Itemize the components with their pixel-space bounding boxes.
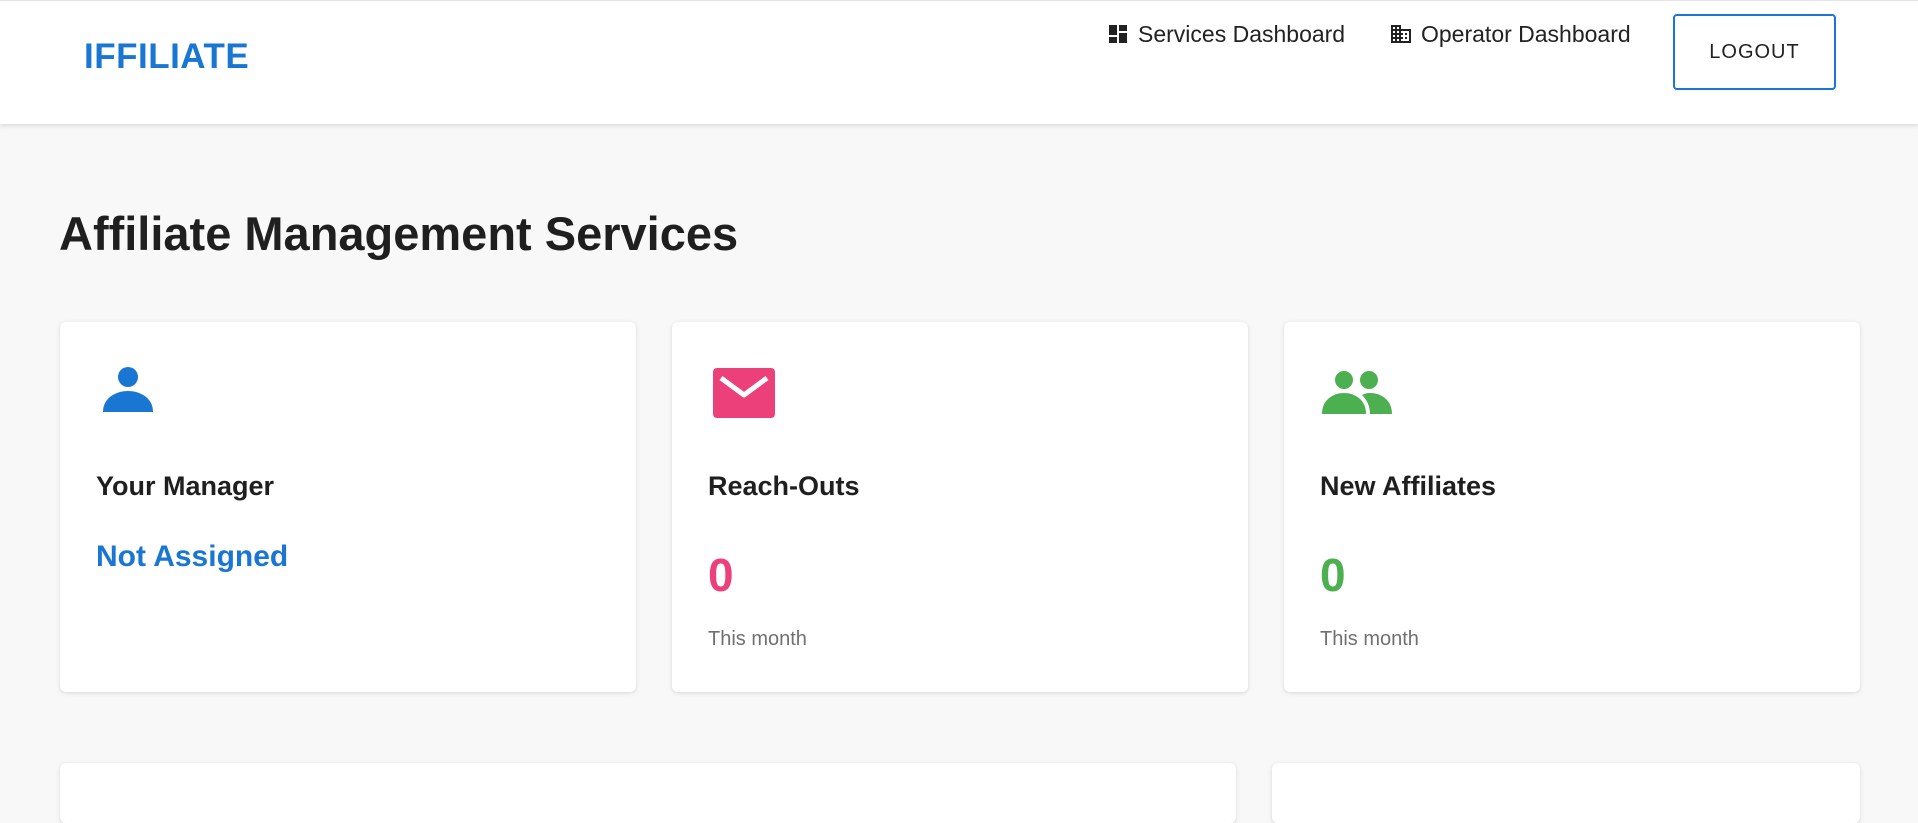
- dashboard-icon: [1109, 25, 1127, 43]
- page-title: Affiliate Management Services: [59, 207, 739, 260]
- nav-operator-dashboard[interactable]: Operator Dashboard: [1389, 19, 1631, 49]
- nav-services-dashboard[interactable]: Services Dashboard: [1106, 19, 1345, 49]
- reach-outs-period: This month: [708, 628, 807, 650]
- manager-value: Not Assigned: [96, 540, 289, 573]
- people-icon: [1322, 370, 1392, 414]
- new-affiliates-card: New Affiliates 0 This month: [1284, 322, 1860, 692]
- reach-outs-count: 0: [708, 549, 734, 601]
- new-affiliates-title: New Affiliates: [1320, 471, 1497, 501]
- nav-services-label: Services Dashboard: [1138, 20, 1346, 47]
- manager-card-title: Your Manager: [96, 471, 275, 501]
- person-icon: [103, 364, 153, 414]
- manager-card: Your Manager Not Assigned: [60, 322, 636, 692]
- building-icon: [1391, 25, 1411, 43]
- reach-outs-title: Reach-Outs: [708, 471, 860, 501]
- logout-button[interactable]: LOGOUT: [1673, 14, 1836, 90]
- bottom-panel-left: [60, 763, 1236, 823]
- reach-outs-card: Reach-Outs 0 This month: [672, 322, 1248, 692]
- bottom-panel-right: [1272, 763, 1860, 823]
- new-affiliates-count: 0: [1320, 549, 1346, 601]
- app-logo[interactable]: IFFILIATE: [84, 37, 249, 77]
- nav-operator-label: Operator Dashboard: [1421, 20, 1631, 47]
- new-affiliates-period: This month: [1320, 628, 1419, 650]
- app-header: IFFILIATE Services Dashboard Operator Da…: [0, 0, 1918, 124]
- mail-icon: [713, 368, 775, 418]
